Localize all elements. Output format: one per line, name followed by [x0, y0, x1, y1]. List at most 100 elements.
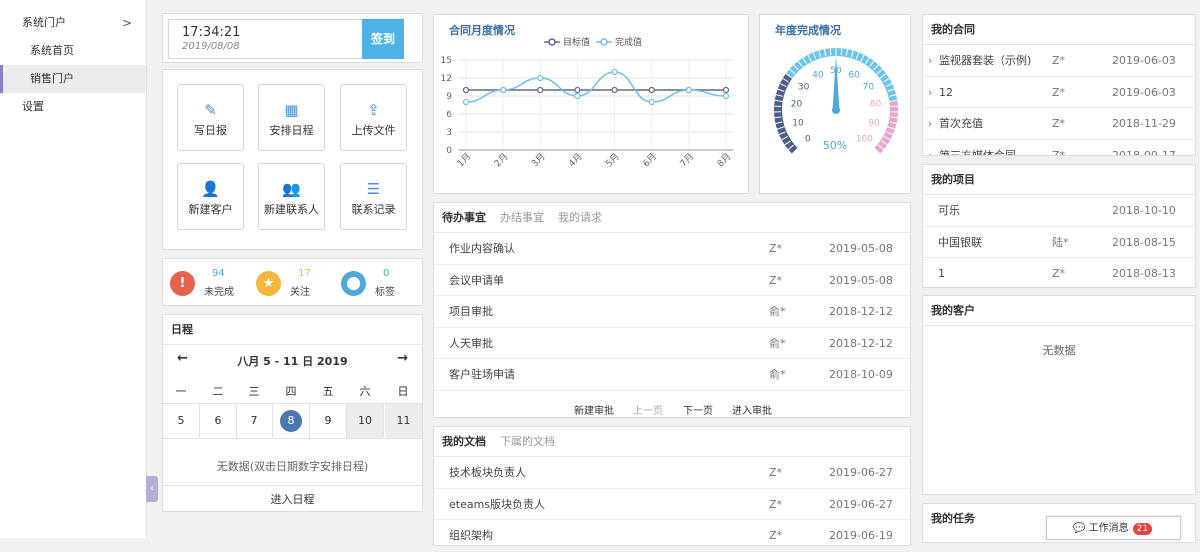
schedule-button[interactable]: ▦安排日程	[258, 84, 325, 151]
enter-approval-link[interactable]: 进入审批	[732, 402, 772, 417]
item-title: 监视器套装（示例)	[939, 45, 1031, 77]
item-title: 作业内容确认	[449, 233, 515, 265]
list-item[interactable]: 可乐2018-10-10	[923, 195, 1195, 227]
tab-done[interactable]: 办结事宜	[500, 211, 544, 224]
x-tick-label: 2月	[492, 151, 510, 169]
work-messages-button[interactable]: 💬 工作消息21	[1046, 516, 1181, 540]
item-user: Z*	[1052, 45, 1065, 77]
new-contact-button[interactable]: 👥 新建联系人	[258, 163, 325, 230]
item-title: 技术板块负责人	[449, 457, 526, 489]
tab-sub-docs[interactable]: 下属的文档	[500, 435, 555, 448]
y-tick-label: 12	[441, 74, 452, 84]
list-item[interactable]: ›首次充值Z*2018-11-29	[923, 108, 1195, 140]
upload-file-button[interactable]: ⇪上传文件	[340, 84, 407, 151]
sign-in-button[interactable]: 签到	[362, 19, 404, 59]
prev-page-link[interactable]: 上一页	[633, 402, 663, 417]
sidebar-item-settings[interactable]: 设置	[0, 93, 146, 121]
gauge-tick-label: 10	[792, 118, 804, 128]
list-item[interactable]: ›12Z*2019-06-03	[923, 77, 1195, 109]
contract-chart-panel: 合同月度情况 目标值完成值036912151月2月3月4月5月6月7月8月	[433, 14, 749, 194]
sidebar-item-home[interactable]: 系统首页	[0, 37, 146, 65]
chevron-right-icon: ›	[928, 140, 932, 157]
enter-schedule-link[interactable]: 进入日程	[163, 485, 422, 512]
new-customer-button[interactable]: 👤新建客户	[177, 163, 244, 230]
todo-panel: 待办事宜 办结事宜 我的请求 作业内容确认Z*2019-05-08会议申请单Z*20…	[433, 202, 911, 418]
customers-title: 我的客户	[923, 296, 1195, 326]
users-icon: 👥	[259, 181, 324, 197]
gauge-tick-label: 60	[848, 70, 860, 80]
weekday-label: 五	[310, 383, 346, 399]
gauge-tick-label: 40	[812, 70, 824, 80]
gauge-tick	[830, 48, 831, 55]
item-title: 可乐	[938, 195, 960, 227]
day-cell[interactable]: 5	[163, 404, 200, 438]
item-user: Z*	[1052, 77, 1065, 109]
item-title: 第三方媒体合同	[939, 140, 1016, 157]
list-item[interactable]: eteams版块负责人Z*2019-06-27	[434, 489, 910, 521]
y-tick-label: 6	[446, 110, 452, 120]
tab-todo[interactable]: 待办事宜	[442, 211, 486, 224]
collapse-sidebar-button[interactable]: ‹	[146, 476, 158, 502]
list-item[interactable]: 组织架构Z*2019-06-19	[434, 520, 910, 552]
item-date: 2018-08-13	[1112, 258, 1176, 290]
item-date: 2018-12-12	[829, 296, 893, 328]
day-cell[interactable]: 7	[236, 404, 273, 438]
day-cell-weekend[interactable]: 10	[347, 404, 384, 438]
data-point	[649, 88, 654, 93]
item-user: 陆*	[1052, 227, 1069, 259]
next-week-arrow-icon[interactable]: →	[397, 351, 408, 366]
data-point	[538, 76, 543, 81]
contact-record-button[interactable]: ☰联系记录	[340, 163, 407, 230]
list-item[interactable]: 人天审批俞*2018-12-12	[434, 328, 910, 360]
item-title: 中国银联	[938, 227, 982, 259]
write-report-button[interactable]: ✎写日报	[177, 84, 244, 151]
tag-icon: ⬤	[341, 271, 366, 296]
clock-time: 17:34:21	[182, 25, 240, 40]
x-tick-label: 4月	[567, 151, 585, 169]
day-cell[interactable]: 9	[310, 404, 347, 438]
docs-panel: 我的文档 下属的文档 技术板块负责人Z*2019-06-27eteams版块负责人…	[433, 426, 911, 546]
list-item[interactable]: 作业内容确认Z*2019-05-08	[434, 233, 910, 265]
weekday-label: 四	[273, 383, 309, 399]
chevron-right-icon: >	[122, 9, 132, 37]
contracts-panel: 我的合同 ›监视器套装（示例)Z*2019-06-03›12Z*2019-06-…	[922, 14, 1196, 156]
gauge-panel: 年度完成情况 0102030405060708090100 50%	[759, 14, 911, 194]
schedule-title: 日程	[163, 315, 422, 345]
item-user: Z*	[1052, 108, 1065, 140]
list-item[interactable]: 1Z*2018-08-13	[923, 258, 1195, 290]
y-tick-label: 15	[441, 56, 452, 66]
gauge-value: 50%	[760, 139, 910, 152]
sidebar-group-portal[interactable]: 系统门户>	[0, 9, 146, 37]
item-title: 1	[938, 258, 945, 290]
todo-tabs: 待办事宜 办结事宜 我的请求	[434, 203, 910, 233]
list-item[interactable]: 项目审批俞*2018-12-12	[434, 296, 910, 328]
weekday-label: 六	[347, 383, 383, 399]
calendar-icon: ▦	[259, 102, 324, 118]
data-point	[724, 94, 729, 99]
alert-icon: !	[170, 271, 195, 296]
day-cell[interactable]: 6	[200, 404, 237, 438]
next-page-link[interactable]: 下一页	[683, 402, 713, 417]
item-user: Z*	[769, 489, 782, 521]
quick-label: 新建联系人	[259, 201, 324, 217]
sidebar-item-sales[interactable]: 销售门户	[0, 65, 146, 93]
list-item[interactable]: ›第三方媒体合同Z*2018-09-17	[923, 140, 1195, 157]
data-point	[649, 100, 654, 105]
tab-requests[interactable]: 我的请求	[558, 211, 602, 224]
list-item[interactable]: 客户驻场申请俞*2018-10-09	[434, 359, 910, 391]
item-title: eteams版块负责人	[449, 489, 545, 521]
list-item[interactable]: 技术板块负责人Z*2019-06-27	[434, 457, 910, 489]
list-item[interactable]: 会议申请单Z*2019-05-08	[434, 265, 910, 297]
day-cell-today[interactable]: 8	[273, 404, 310, 438]
item-user: 俞*	[769, 296, 786, 328]
list-item[interactable]: ›监视器套装（示例)Z*2019-06-03	[923, 45, 1195, 77]
list-item[interactable]: 中国银联陆*2018-08-15	[923, 227, 1195, 259]
item-user: Z*	[769, 265, 782, 297]
day-cell-weekend[interactable]: 11	[385, 404, 422, 438]
tab-my-docs[interactable]: 我的文档	[442, 435, 486, 448]
schedule-range: 八月 5 - 11 日 2019	[163, 353, 422, 369]
clock-box: 17:34:21 2019/08/08 签到	[168, 19, 404, 59]
item-title: 12	[939, 77, 953, 109]
chevron-right-icon: ›	[928, 45, 932, 77]
new-approval-link[interactable]: 新建审批	[574, 402, 614, 417]
